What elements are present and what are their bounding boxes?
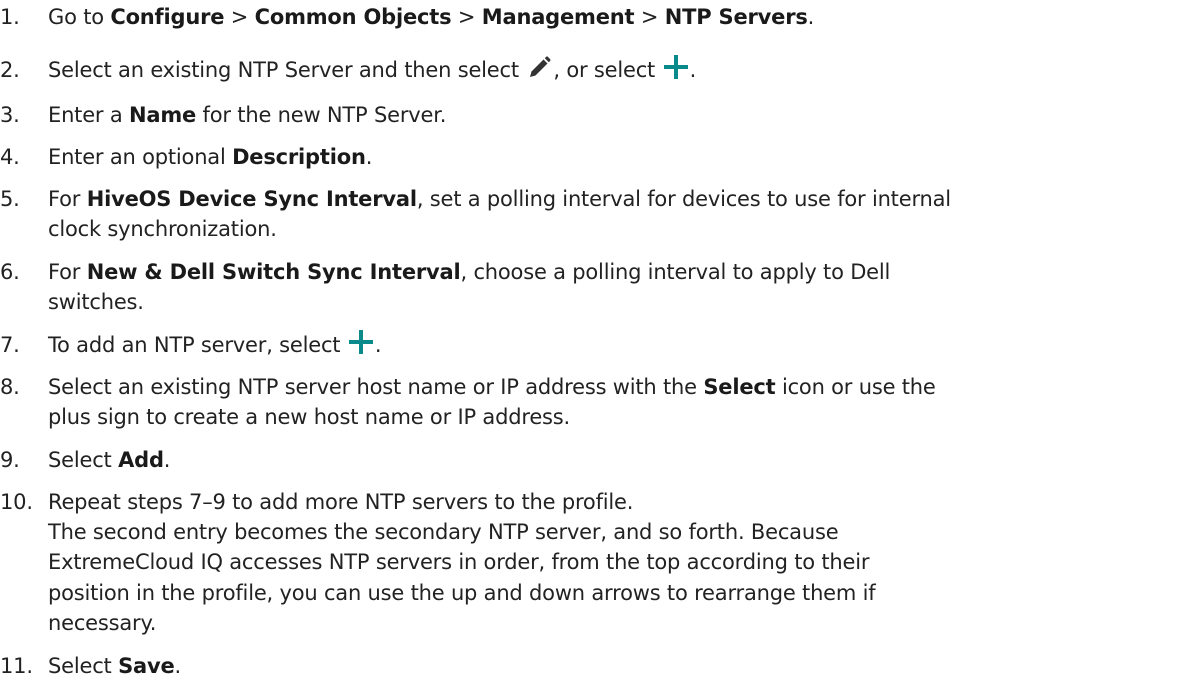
bold-ui-term: Common Objects bbox=[254, 5, 452, 29]
step-number: 4. bbox=[0, 145, 20, 169]
step-text-fragment: > bbox=[634, 5, 665, 29]
step-text-continuation: position in the profile, you can use the… bbox=[48, 579, 876, 607]
step-text-fragment: > bbox=[224, 5, 255, 29]
step-text-fragment: For bbox=[48, 260, 87, 284]
step-text-continuation: The second entry becomes the secondary N… bbox=[48, 518, 839, 546]
plus-icon bbox=[348, 329, 374, 355]
step-text-fragment: . bbox=[163, 448, 171, 472]
step-text-fragment: . bbox=[374, 333, 382, 357]
step-number: 6. bbox=[0, 260, 20, 284]
step-text-fragment: Select an existing NTP server host name … bbox=[48, 375, 704, 399]
bold-ui-term: NTP Servers bbox=[664, 5, 808, 29]
step-text-fragment: To add an NTP server, select bbox=[48, 333, 347, 357]
step-text-fragment: Go to bbox=[48, 5, 111, 29]
bold-ui-term: Select bbox=[703, 375, 776, 399]
step-text-fragment: , choose a polling interval to apply to … bbox=[460, 260, 891, 284]
step-text: To add an NTP server, select . bbox=[48, 329, 382, 359]
procedure-steps-list: 1. Go to Configure > Common Objects > Man… bbox=[0, 0, 1193, 696]
step-text-fragment: Select bbox=[48, 448, 119, 472]
step-text-fragment: icon or use the bbox=[775, 375, 936, 399]
step-text-continuation: clock synchronization. bbox=[48, 215, 277, 243]
bold-ui-term: Add bbox=[118, 448, 164, 472]
step-number: 11. bbox=[0, 654, 33, 678]
step-text-fragment: Repeat steps 7–9 to add more NTP servers… bbox=[48, 490, 634, 514]
step-text-fragment: > bbox=[451, 5, 482, 29]
step-text: Select an existing NTP server host name … bbox=[48, 373, 936, 401]
step-text-fragment: for the new NTP Server. bbox=[196, 103, 447, 127]
bold-ui-term: Configure bbox=[110, 5, 225, 29]
step-text: Go to Configure > Common Objects > Manag… bbox=[48, 3, 814, 31]
step-text-fragment: . bbox=[365, 145, 373, 169]
step-text: Repeat steps 7–9 to add more NTP servers… bbox=[48, 488, 633, 516]
step-number: 3. bbox=[0, 103, 20, 127]
step-text: For HiveOS Device Sync Interval, set a p… bbox=[48, 185, 951, 213]
step-text: For New & Dell Switch Sync Interval, cho… bbox=[48, 258, 890, 286]
bold-ui-term: Name bbox=[129, 103, 197, 127]
step-number: 5. bbox=[0, 187, 20, 211]
step-text-fragment: clock synchronization. bbox=[48, 217, 277, 241]
step-text-continuation: necessary. bbox=[48, 609, 156, 637]
step-text-fragment: . bbox=[174, 654, 182, 678]
step-text: Enter a Name for the new NTP Server. bbox=[48, 101, 446, 129]
step-text-continuation: switches. bbox=[48, 288, 144, 316]
step-text-fragment: plus sign to create a new host name or I… bbox=[48, 405, 571, 429]
step-text-fragment: switches. bbox=[48, 290, 144, 314]
step-text-fragment: , or select bbox=[553, 58, 662, 82]
step-text-fragment: For bbox=[48, 187, 87, 211]
step-text-fragment: Enter a bbox=[48, 103, 129, 127]
bold-ui-term: Management bbox=[481, 5, 635, 29]
step-number: 7. bbox=[0, 333, 20, 357]
step-text-fragment: necessary. bbox=[48, 611, 157, 635]
step-text-fragment: , set a polling interval for devices to … bbox=[416, 187, 951, 211]
step-text: Select Save. bbox=[48, 652, 181, 680]
step-text: Select an existing NTP Server and then s… bbox=[48, 54, 697, 84]
step-text-fragment: ExtremeCloud IQ accesses NTP servers in … bbox=[48, 550, 870, 574]
step-text-fragment: Select an existing NTP Server and then s… bbox=[48, 58, 526, 82]
plus-icon bbox=[663, 54, 689, 80]
step-text-fragment: Select bbox=[48, 654, 119, 678]
bold-ui-term: Save bbox=[118, 654, 175, 678]
step-text-fragment: The second entry becomes the secondary N… bbox=[48, 520, 839, 544]
step-number: 10. bbox=[0, 490, 33, 514]
pencil-icon bbox=[527, 56, 551, 80]
step-number: 2. bbox=[0, 58, 20, 82]
step-number: 1. bbox=[0, 5, 20, 29]
bold-ui-term: Description bbox=[232, 145, 366, 169]
bold-ui-term: HiveOS Device Sync Interval bbox=[86, 187, 417, 211]
step-text: Enter an optional Description. bbox=[48, 143, 372, 171]
step-text-fragment: . bbox=[689, 58, 697, 82]
bold-ui-term: New & Dell Switch Sync Interval bbox=[86, 260, 461, 284]
step-text-continuation: ExtremeCloud IQ accesses NTP servers in … bbox=[48, 548, 870, 576]
step-text-fragment: Enter an optional bbox=[48, 145, 233, 169]
step-text-fragment: . bbox=[807, 5, 815, 29]
step-number: 9. bbox=[0, 448, 20, 472]
step-text: Select Add. bbox=[48, 446, 170, 474]
step-number: 8. bbox=[0, 375, 20, 399]
step-text-continuation: plus sign to create a new host name or I… bbox=[48, 403, 570, 431]
step-text-fragment: position in the profile, you can use the… bbox=[48, 581, 876, 605]
